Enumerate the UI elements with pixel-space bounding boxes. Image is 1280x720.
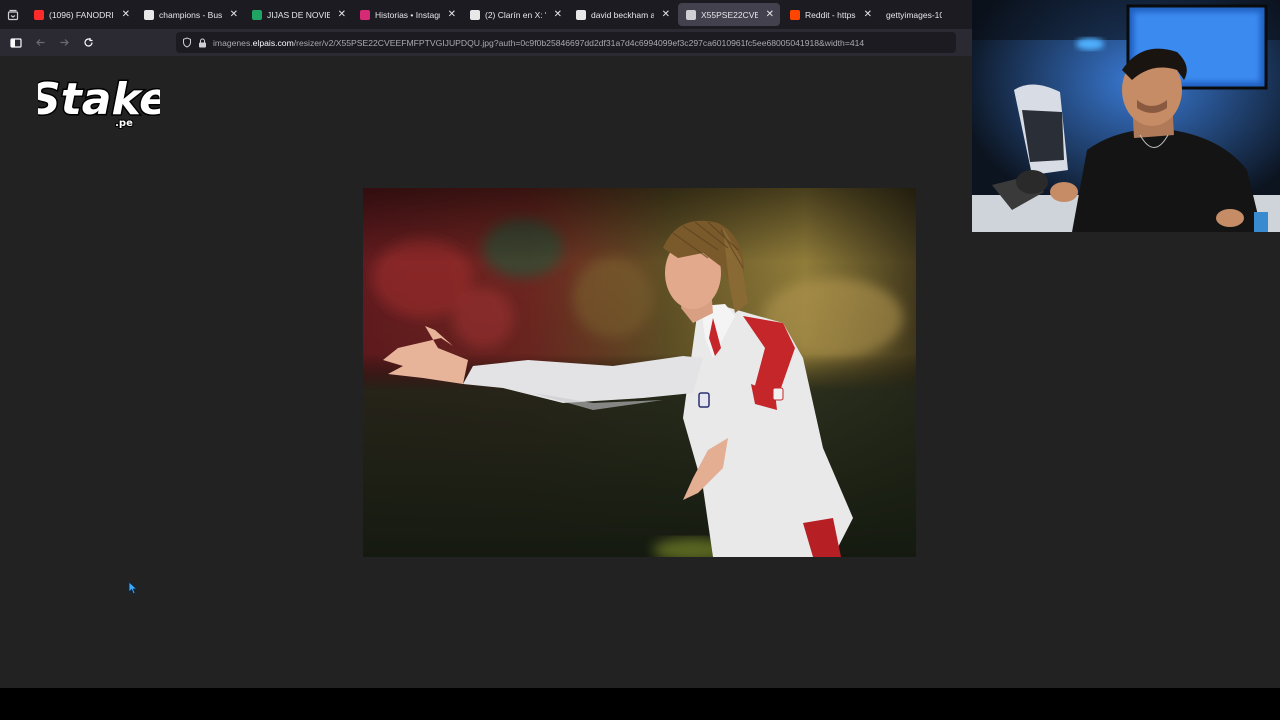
forward-arrow-icon [60, 39, 69, 46]
tab-title: Reddit - https://pre [805, 9, 856, 20]
webcam-overlay [972, 0, 1280, 232]
screen: (1096) FANODRIC F✕champions - Buscar✕JIJ… [0, 0, 1280, 688]
browser-tab[interactable]: Reddit - https://pre ✕ [782, 0, 878, 29]
browser-tab[interactable]: david beckham adc ✕ [568, 0, 676, 29]
tab-title: gettyimages-104 [886, 9, 942, 20]
tab-title: Historias • Instagra [375, 9, 440, 20]
x-icon [470, 9, 480, 20]
reddit-icon [790, 9, 800, 20]
close-tab-icon[interactable]: ✕ [448, 9, 456, 20]
back-button[interactable] [28, 29, 52, 56]
letterbox-bar [0, 688, 1280, 720]
url-domain: elpais.com [252, 37, 294, 48]
sidebar-toggle-button[interactable] [4, 29, 28, 56]
browser-tab[interactable]: Historias • Instagra ✕ [352, 0, 462, 29]
mouse-cursor-icon [128, 581, 138, 595]
tab-title: (1096) FANODRIC F [49, 9, 114, 20]
google-icon [576, 9, 586, 20]
close-tab-icon[interactable]: ✕ [662, 9, 670, 20]
sheets-icon [252, 9, 262, 20]
reload-button[interactable] [76, 29, 100, 56]
tab-title: david beckham adc [591, 9, 654, 20]
logo-suffix: .pe [115, 118, 133, 129]
tab-strip: (1096) FANODRIC F✕champions - Buscar✕JIJ… [0, 0, 972, 29]
browser-tab[interactable]: (2) Clarín en X: ""HA ✕ [462, 0, 568, 29]
browser-tab[interactable]: JIJAS DE NOVIEMB ✕ [244, 0, 352, 29]
tab-list-button[interactable] [0, 0, 26, 29]
tab-title: (2) Clarín en X: ""HA [485, 9, 546, 20]
close-tab-icon[interactable]: ✕ [766, 9, 774, 20]
url-text[interactable]: imagenes.elpais.com/resizer/v2/X55PSE22C… [213, 38, 864, 48]
browser-tab[interactable]: X55PSE22CVEEFMF ✕ [678, 3, 780, 26]
tab-title: champions - Buscar [159, 9, 222, 20]
browser-tab[interactable]: champions - Buscar ✕ [136, 0, 244, 29]
address-bar[interactable]: imagenes.elpais.com/resizer/v2/X55PSE22C… [176, 32, 956, 53]
browser-tab[interactable]: gettyimages-104 [878, 0, 948, 29]
url-path: /resizer/v2/X55PSE22CVEEFMFPTVGIJUPDQU.j… [293, 37, 865, 48]
browser-tab[interactable]: (1096) FANODRIC F ✕ [26, 0, 136, 29]
navigation-toolbar: imagenes.elpais.com/resizer/v2/X55PSE22C… [0, 29, 972, 56]
image-file-icon [686, 9, 696, 20]
google-icon [144, 9, 154, 20]
forward-button[interactable] [52, 29, 76, 56]
stake-logo: Stake .pe [28, 66, 171, 136]
reload-icon [83, 38, 93, 47]
close-tab-icon[interactable]: ✕ [864, 9, 872, 20]
lock-icon[interactable] [198, 38, 207, 48]
close-tab-icon[interactable]: ✕ [554, 9, 562, 20]
tab-title: JIJAS DE NOVIEMB [267, 9, 330, 20]
url-subdomain: imagenes. [213, 37, 253, 48]
displayed-image[interactable] [363, 188, 916, 557]
youtube-icon [34, 9, 44, 20]
close-tab-icon[interactable]: ✕ [122, 9, 130, 20]
sidebar-icon [10, 37, 22, 48]
back-arrow-icon [35, 39, 44, 46]
tracking-protection-shield-icon[interactable] [182, 37, 192, 48]
instagram-icon [360, 9, 370, 20]
tab-title: X55PSE22CVEEFMF [701, 9, 758, 20]
tab-list-icon [7, 9, 19, 20]
close-tab-icon[interactable]: ✕ [338, 9, 346, 20]
close-tab-icon[interactable]: ✕ [230, 9, 238, 20]
logo-wordmark: Stake [38, 74, 160, 125]
